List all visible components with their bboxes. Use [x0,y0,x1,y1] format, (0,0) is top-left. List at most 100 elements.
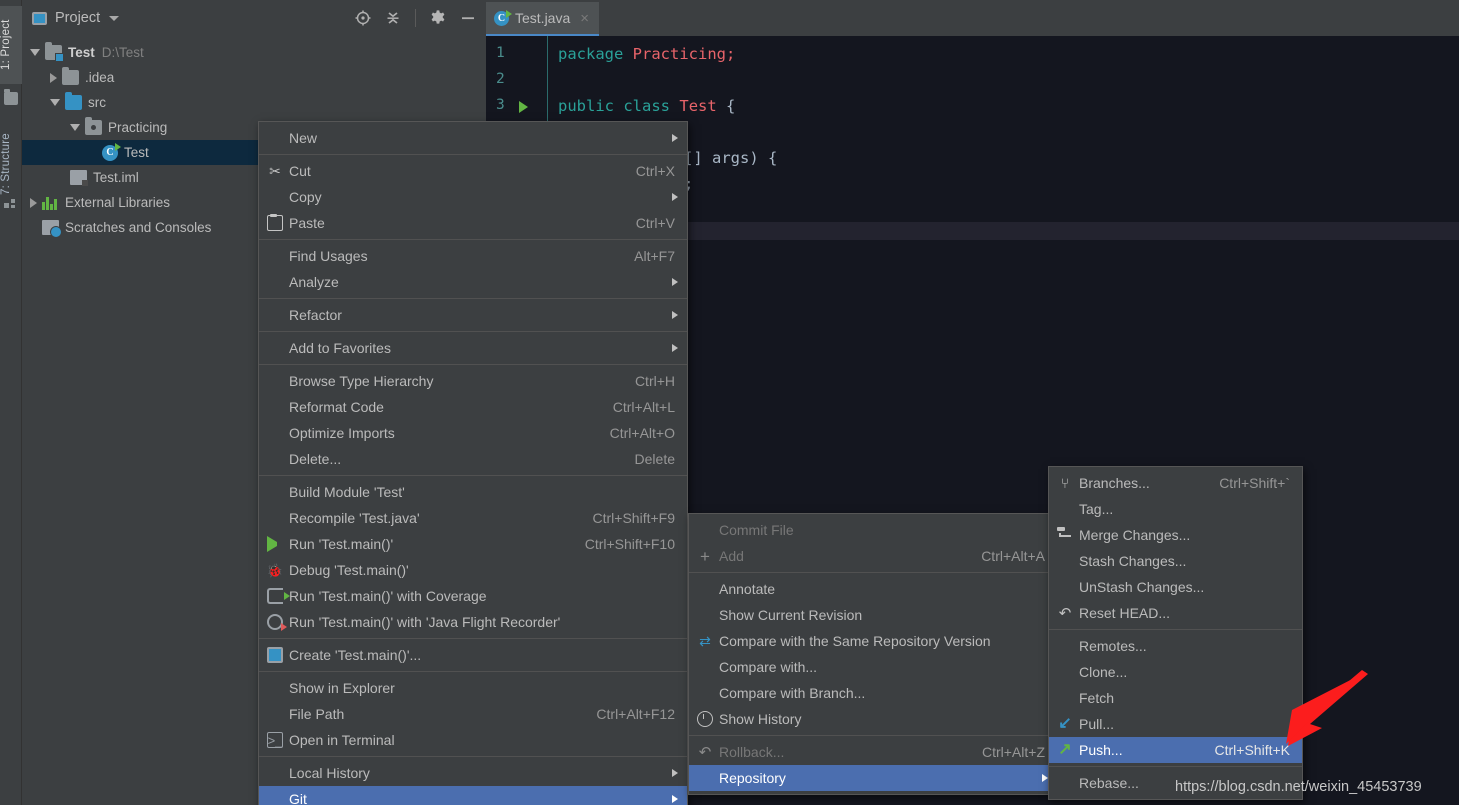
menu-item-tag[interactable]: Tag... [1049,496,1302,522]
line-number: 3 [496,97,505,113]
menu-item-label: Show Current Revision [719,607,863,623]
menu-item-remotes[interactable]: Remotes... [1049,633,1302,659]
menu-item-fetch[interactable]: Fetch [1049,685,1302,711]
coverage-icon [267,588,290,604]
menu-item-clone[interactable]: Clone... [1049,659,1302,685]
menu-item-copy[interactable]: Copy [259,184,687,210]
menu-item-label: Find Usages [289,248,368,264]
keyword-package: package [558,45,624,63]
menu-item-analyze[interactable]: Analyze [259,269,687,295]
menu-item-show-in-explorer[interactable]: Show in Explorer [259,675,687,701]
menu-item-compare-same-repository-version[interactable]: Compare with the Same Repository Version [689,628,1057,654]
brace: { [726,97,736,115]
menu-item-file-path[interactable]: File Path Ctrl+Alt+F12 [259,701,687,727]
chevron-down-icon[interactable] [109,15,120,21]
locate-icon[interactable] [350,5,376,31]
menu-item-debug-main[interactable]: Debug 'Test.main()' [259,557,687,583]
menu-item-show-history[interactable]: Show History [689,706,1057,732]
menu-item-branches[interactable]: Branches... Ctrl+Shift+` [1049,470,1302,496]
menu-item-push[interactable]: Push... Ctrl+Shift+K [1049,737,1302,763]
repository-submenu[interactable]: Branches... Ctrl+Shift+` Tag... Merge Ch… [1048,466,1303,800]
menu-item-recompile[interactable]: Recompile 'Test.java' Ctrl+Shift+F9 [259,505,687,531]
menu-item-unstash-changes[interactable]: UnStash Changes... [1049,574,1302,600]
gear-icon[interactable] [425,5,451,31]
menu-item-shortcut: Ctrl+Alt+A [981,548,1045,564]
merge-icon [1057,527,1073,543]
menu-item-refactor[interactable]: Refactor [259,302,687,328]
history-clock-icon [697,711,713,727]
cut-icon [267,163,283,179]
menu-item-local-history[interactable]: Local History [259,760,687,786]
menu-item-open-in-terminal[interactable]: Open in Terminal [259,727,687,753]
twisty-expanded-icon[interactable] [70,124,80,131]
twisty-expanded-icon[interactable] [50,99,60,106]
menu-separator [259,331,687,332]
menu-item-reset-head[interactable]: Reset HEAD... [1049,600,1302,626]
ide-window: 1: Project 7: Structure Project Test D:\… [0,0,1459,805]
tree-node-src[interactable]: src [22,90,486,115]
menu-item-label: Copy [289,189,322,205]
editor-tab-bar: C Test.java × [486,0,1459,36]
menu-item-compare-with-branch[interactable]: Compare with Branch... [689,680,1057,706]
menu-item-delete[interactable]: Delete... Delete [259,446,687,472]
menu-item-label: Branches... [1079,475,1150,491]
menu-item-rollback[interactable]: Rollback... Ctrl+Alt+Z [689,739,1057,765]
menu-separator [1049,766,1302,767]
project-window-icon [32,11,47,25]
menu-item-new[interactable]: New [259,125,687,151]
menu-item-compare-with[interactable]: Compare with... [689,654,1057,680]
minimize-icon[interactable] [455,5,481,31]
tree-node-idea[interactable]: .idea [22,65,486,90]
menu-item-label: Add to Favorites [289,340,391,356]
menu-item-find-usages[interactable]: Find Usages Alt+F7 [259,243,687,269]
menu-item-paste[interactable]: Paste Ctrl+V [259,210,687,236]
twisty-collapsed-icon[interactable] [30,197,37,208]
menu-item-label: Compare with... [719,659,818,675]
menu-item-label: Build Module 'Test' [289,484,405,500]
menu-item-stash-changes[interactable]: Stash Changes... [1049,548,1302,574]
menu-item-run-main[interactable]: Run 'Test.main()' Ctrl+Shift+F10 [259,531,687,557]
run-gutter-icon[interactable] [519,101,528,113]
menu-item-annotate[interactable]: Annotate [689,576,1057,602]
source-folder-icon [65,92,82,110]
menu-item-cut[interactable]: Cut Ctrl+X [259,158,687,184]
menu-item-label: Push... [1079,742,1123,758]
tree-node-label: Practicing [108,120,168,135]
menu-item-shortcut: Ctrl+X [635,163,675,179]
menu-item-shortcut: Delete [634,451,675,467]
tab-test-java[interactable]: C Test.java × [486,2,600,36]
collapse-all-icon[interactable] [380,5,406,31]
menu-item-optimize-imports[interactable]: Optimize Imports Ctrl+Alt+O [259,420,687,446]
menu-item-pull[interactable]: Pull... [1049,711,1302,737]
menu-item-create-run-config[interactable]: Create 'Test.main()'... [259,642,687,668]
reset-icon [1057,605,1073,621]
submenu-arrow-icon [672,311,678,319]
menu-item-merge-changes[interactable]: Merge Changes... [1049,522,1302,548]
menu-item-run-with-jfr[interactable]: Run 'Test.main()' with 'Java Flight Reco… [259,609,687,635]
menu-item-label: Cut [289,163,311,179]
context-menu[interactable]: New Cut Ctrl+X Copy Paste Ctrl+V Find Us… [258,121,688,805]
twisty-expanded-icon[interactable] [30,49,40,56]
menu-item-run-with-coverage[interactable]: Run 'Test.main()' with Coverage [259,583,687,609]
menu-item-add[interactable]: Add Ctrl+Alt+A [689,543,1057,569]
git-submenu[interactable]: Commit File Add Ctrl+Alt+A Annotate Show… [688,513,1058,795]
tool-window-strip: 1: Project 7: Structure [0,0,22,805]
menu-item-add-to-favorites[interactable]: Add to Favorites [259,335,687,361]
close-icon[interactable]: × [580,10,589,27]
menu-item-show-current-revision[interactable]: Show Current Revision [689,602,1057,628]
create-config-icon [267,647,283,663]
menu-item-build-module[interactable]: Build Module 'Test' [259,479,687,505]
menu-item-repository[interactable]: Repository [689,765,1057,791]
menu-item-label: Stash Changes... [1079,553,1187,569]
menu-item-label: Show in Explorer [289,680,395,696]
twisty-collapsed-icon[interactable] [50,72,57,83]
menu-item-commit-file[interactable]: Commit File [689,517,1057,543]
libraries-icon [42,195,59,210]
submenu-arrow-icon [672,344,678,352]
submenu-arrow-icon [672,134,678,142]
tree-node-test-module[interactable]: Test D:\Test [22,40,486,65]
menu-item-browse-type-hierarchy[interactable]: Browse Type Hierarchy Ctrl+H [259,368,687,394]
sidebar-item-project[interactable]: 1: Project [0,6,22,84]
menu-item-reformat-code[interactable]: Reformat Code Ctrl+Alt+L [259,394,687,420]
menu-item-git[interactable]: Git [259,786,687,805]
